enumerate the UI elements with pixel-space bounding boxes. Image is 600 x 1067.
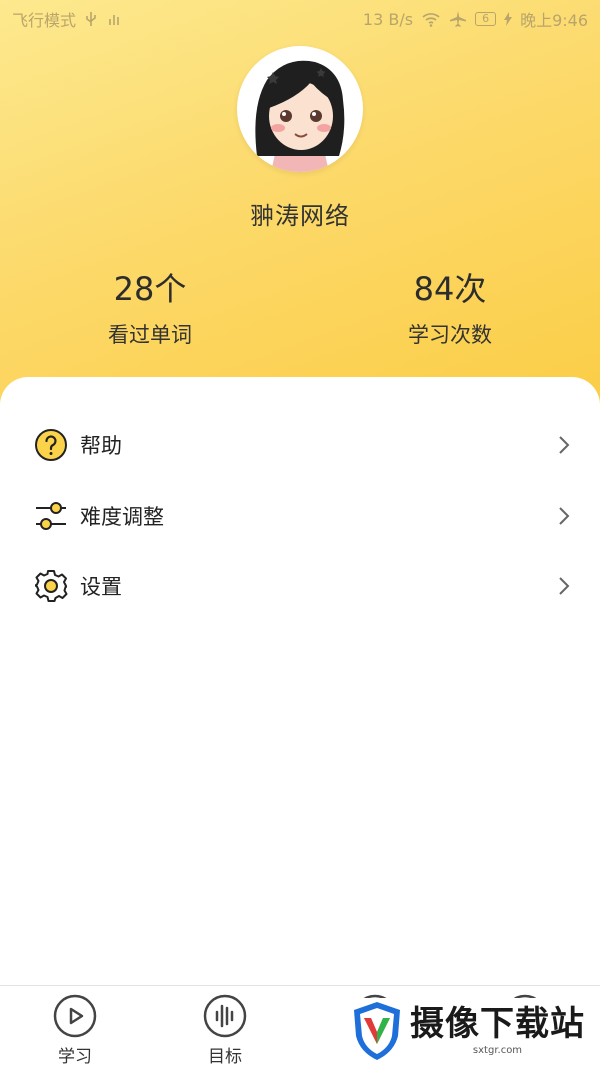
watermark: 摄像下载站 sxtgr.com bbox=[350, 998, 600, 1064]
tab-label: 学习 bbox=[58, 1047, 92, 1067]
signal-icon bbox=[109, 15, 119, 25]
chevron-right-icon bbox=[559, 577, 570, 595]
airplane-mode-label: 飞行模式 bbox=[12, 11, 77, 30]
battery-indicator: 6 bbox=[475, 12, 497, 26]
avatar-girl-illustration bbox=[242, 51, 358, 172]
airplane-icon bbox=[450, 11, 467, 27]
wifi-icon bbox=[422, 13, 440, 27]
gear-icon bbox=[34, 569, 68, 603]
username: 翀涛网络 bbox=[250, 202, 350, 230]
menu-item-difficulty[interactable]: 难度调整 bbox=[0, 486, 600, 546]
clock: 晚上9:46 bbox=[520, 11, 588, 30]
usb-icon bbox=[86, 12, 96, 26]
menu-item-settings[interactable]: 设置 bbox=[0, 556, 600, 616]
watermark-shield-logo bbox=[354, 1002, 400, 1060]
tab-label: 目标 bbox=[208, 1047, 242, 1067]
help-icon bbox=[34, 428, 68, 462]
status-bar: 飞行模式 13 B/s 6 晚上9:46 bbox=[0, 0, 600, 38]
menu-item-label: 帮助 bbox=[80, 434, 122, 458]
menu-item-help[interactable]: 帮助 bbox=[0, 415, 600, 475]
sliders-icon bbox=[34, 499, 68, 533]
watermark-url: sxtgr.com bbox=[472, 1045, 523, 1056]
tab-study[interactable]: 学习 bbox=[0, 986, 150, 1067]
avatar[interactable] bbox=[237, 46, 363, 172]
stat-value: 84次 bbox=[413, 270, 487, 308]
net-speed: 13 B/s bbox=[362, 9, 414, 29]
stat-label: 看过单词 bbox=[108, 323, 192, 347]
tab-goal[interactable]: 目标 bbox=[150, 986, 300, 1067]
menu-item-label: 难度调整 bbox=[80, 505, 164, 529]
play-icon bbox=[53, 994, 97, 1038]
watermark-title: 摄像下载站 bbox=[410, 1004, 585, 1044]
stat-words-seen: 28个 看过单词 bbox=[0, 268, 300, 350]
stat-value: 28个 bbox=[113, 270, 187, 308]
chevron-right-icon bbox=[559, 436, 570, 454]
stat-label: 学习次数 bbox=[408, 323, 492, 347]
charging-icon bbox=[504, 12, 513, 26]
stat-study-count: 84次 学习次数 bbox=[300, 268, 600, 350]
waveform-icon bbox=[203, 994, 247, 1038]
menu-item-label: 设置 bbox=[80, 575, 122, 599]
chevron-right-icon bbox=[559, 507, 570, 525]
